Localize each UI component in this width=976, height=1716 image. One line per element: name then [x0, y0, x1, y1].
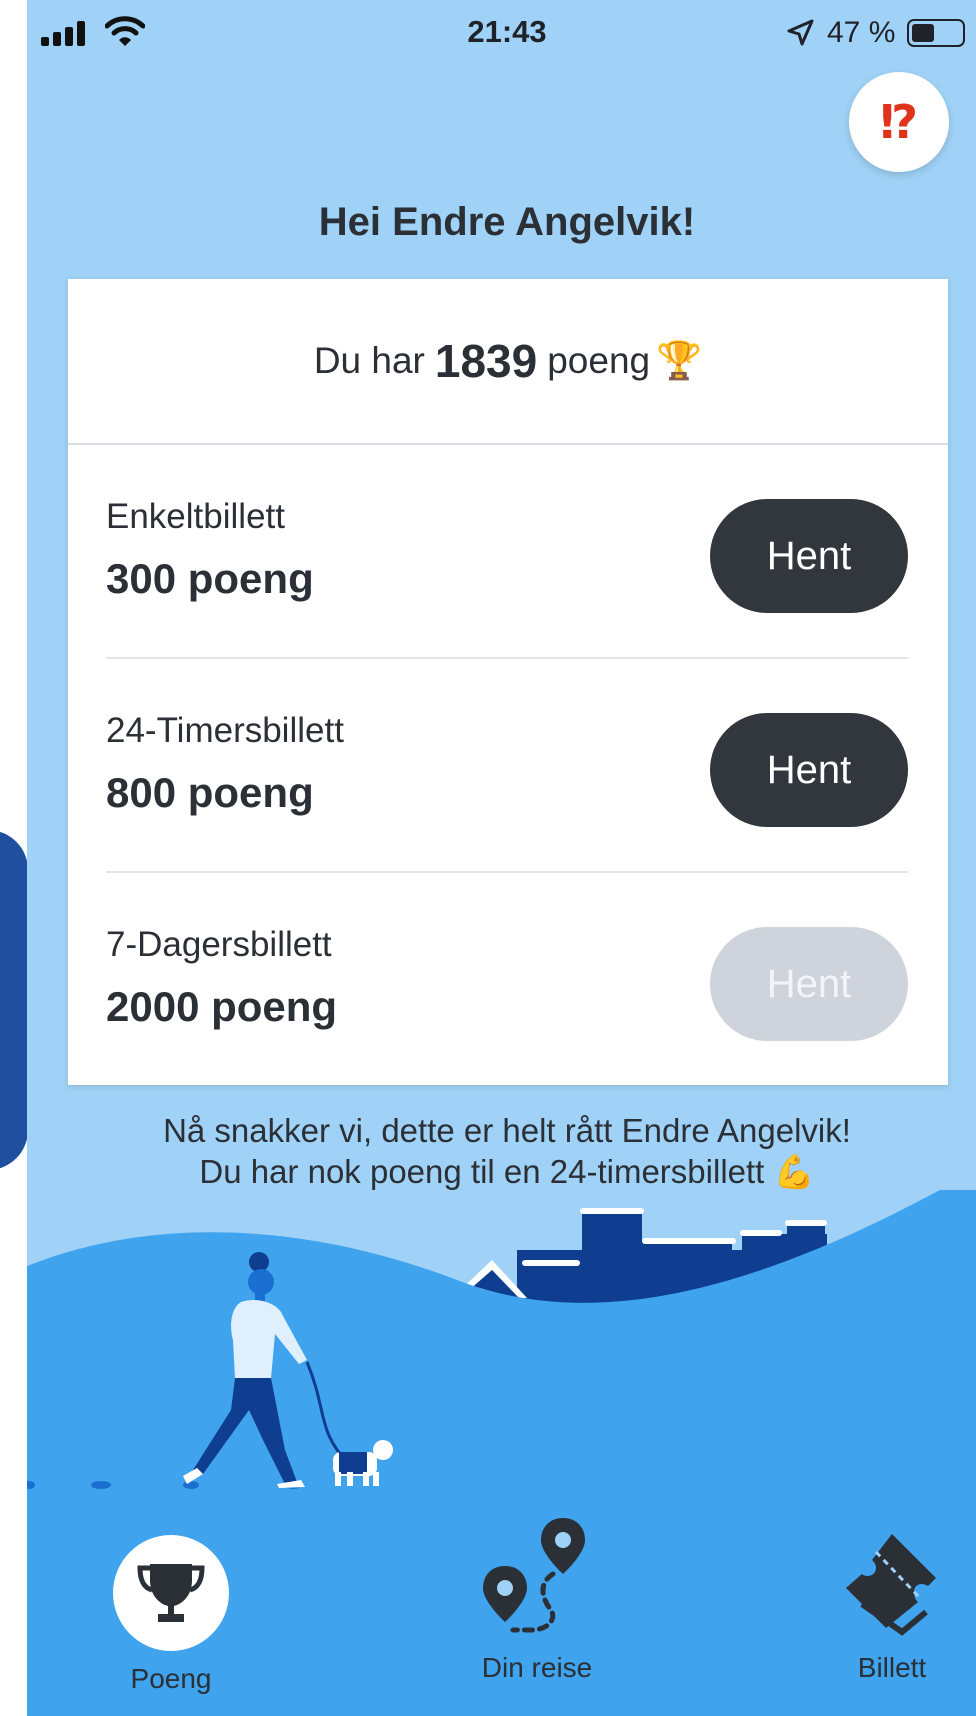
- tab-din-reise-label: Din reise: [481, 1652, 593, 1683]
- battery-percentage: 47 %: [827, 16, 896, 49]
- offer-row: 7-Dagersbillett 2000 poeng Hent: [106, 873, 908, 1085]
- rewards-card: Du har 1839 poeng 🏆 Enkeltbillett 300 po…: [68, 279, 948, 1085]
- offer-name: Enkeltbillett: [106, 497, 285, 536]
- hent-button[interactable]: Hent: [710, 713, 908, 827]
- message-line-1: Nå snakker vi, dette er helt rått Endre …: [163, 1112, 851, 1149]
- tab-din-reise[interactable]: Din reise: [437, 1500, 637, 1684]
- hent-button-disabled: Hent: [710, 927, 908, 1041]
- location-arrow-icon: [787, 19, 814, 46]
- points-suffix: poeng: [547, 340, 651, 381]
- message-line-2: Du har nok poeng til en 24-timersbillett…: [199, 1153, 815, 1190]
- offer-name: 7-Dagersbillett: [106, 925, 332, 964]
- offer-row: Enkeltbillett 300 poeng Hent: [106, 445, 908, 657]
- hent-button[interactable]: Hent: [710, 499, 908, 613]
- help-button[interactable]: ⁉: [849, 72, 949, 172]
- tab-billett[interactable]: Billett: [827, 1500, 957, 1684]
- offer-points: 300 poeng: [106, 555, 314, 602]
- battery-icon: [907, 19, 965, 47]
- ticket-icon: [846, 1534, 936, 1636]
- offer-points: 2000 poeng: [106, 983, 338, 1030]
- tab-poeng-highlight: [113, 1535, 229, 1651]
- greeting-title: Hei Endre Angelvik!: [318, 200, 696, 244]
- left-edge-strip: [0, 0, 27, 1716]
- tab-poeng[interactable]: Poeng: [91, 1500, 251, 1695]
- motivation-message: Nå snakker vi, dette er helt rått Endre …: [27, 1110, 976, 1192]
- trophy-icon: [137, 1564, 205, 1622]
- points-summary: Du har 1839 poeng 🏆: [68, 279, 948, 445]
- offer-name: 24-Timersbillett: [106, 711, 344, 750]
- tab-billett-label: Billett: [857, 1652, 927, 1683]
- trophy-emoji: 🏆: [656, 339, 703, 381]
- points-prefix: Du har: [313, 340, 425, 381]
- app-screen: 21:43 47 % ⁉ Hei Endre Angelvik! Du har …: [27, 0, 976, 1716]
- route-icon: [483, 1518, 585, 1633]
- offer-points: 800 poeng: [106, 769, 314, 816]
- offer-row: 24-Timersbillett 800 poeng Hent: [106, 659, 908, 871]
- status-bar: 21:43 47 %: [27, 0, 976, 70]
- help-icon: ⁉: [879, 96, 919, 148]
- points-value: 1839: [434, 335, 538, 387]
- flexed-arm-emoji: 💪: [773, 1153, 815, 1190]
- tab-poeng-label: Poeng: [130, 1663, 212, 1694]
- background-shape: [0, 830, 27, 1170]
